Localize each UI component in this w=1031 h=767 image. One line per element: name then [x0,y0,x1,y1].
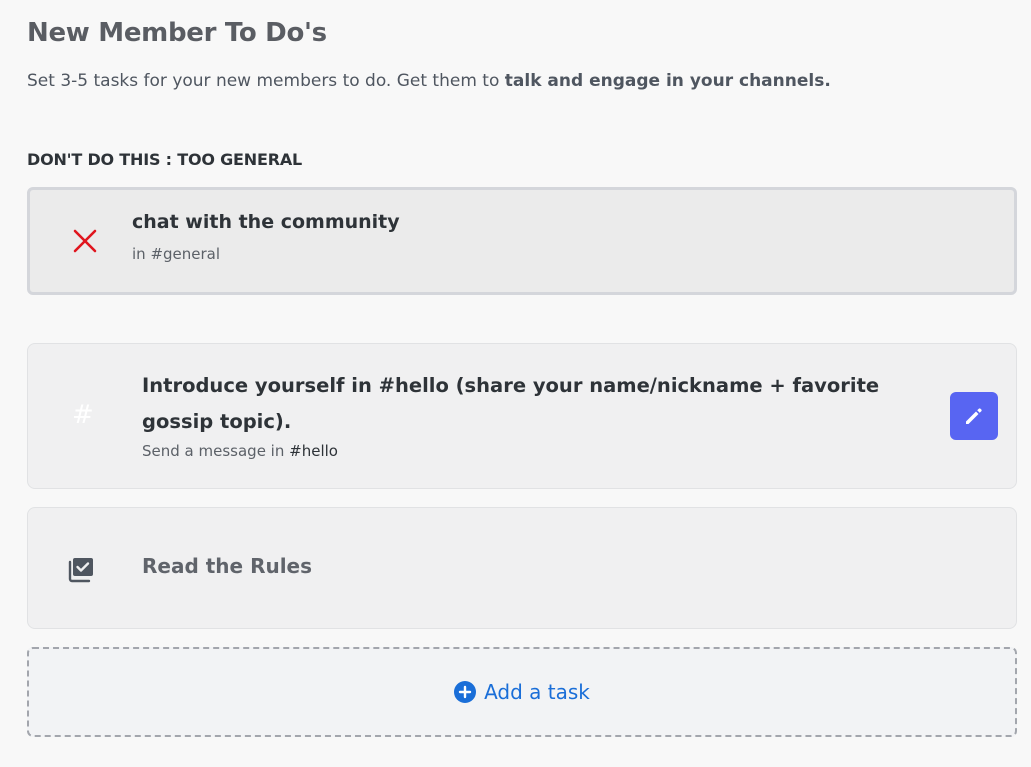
page: New Member To Do's Set 3-5 tasks for you… [0,0,1031,767]
add-task-button[interactable]: Add a task [27,647,1017,737]
task-subtitle-text: Send a message in [142,442,290,460]
x-icon [73,229,97,253]
add-task-label: Add a task [484,680,590,704]
task-title: Introduce yourself in #hello (share your… [142,374,880,433]
rules-icon [68,558,93,583]
hash-icon: # [72,400,94,430]
task-channel: #hello [289,442,338,460]
subtitle-text: Set 3-5 tasks for your new members to do… [27,71,505,91]
bad-example-title: chat with the community [132,211,400,233]
plus-circle-icon [454,681,477,703]
bad-example-subtitle: in #general [132,245,221,263]
task-card-rules[interactable]: Read the Rules [27,507,1017,629]
edit-task-button[interactable] [950,392,998,440]
task-card-introduce[interactable]: # Introduce yourself in #hello (share yo… [27,343,1017,489]
bad-example-label: DON'T DO THIS : TOO GENERAL [27,150,302,169]
page-title: New Member To Do's [27,18,327,48]
bad-example-card: chat with the community in #general [27,187,1017,295]
task-title: Read the Rules [142,554,313,578]
subtitle-emphasis: talk and engage in your channels. [504,71,831,91]
task-subtitle: Send a message in #hello [142,442,338,460]
page-subtitle: Set 3-5 tasks for your new members to do… [27,71,831,91]
edit-icon [966,408,982,424]
